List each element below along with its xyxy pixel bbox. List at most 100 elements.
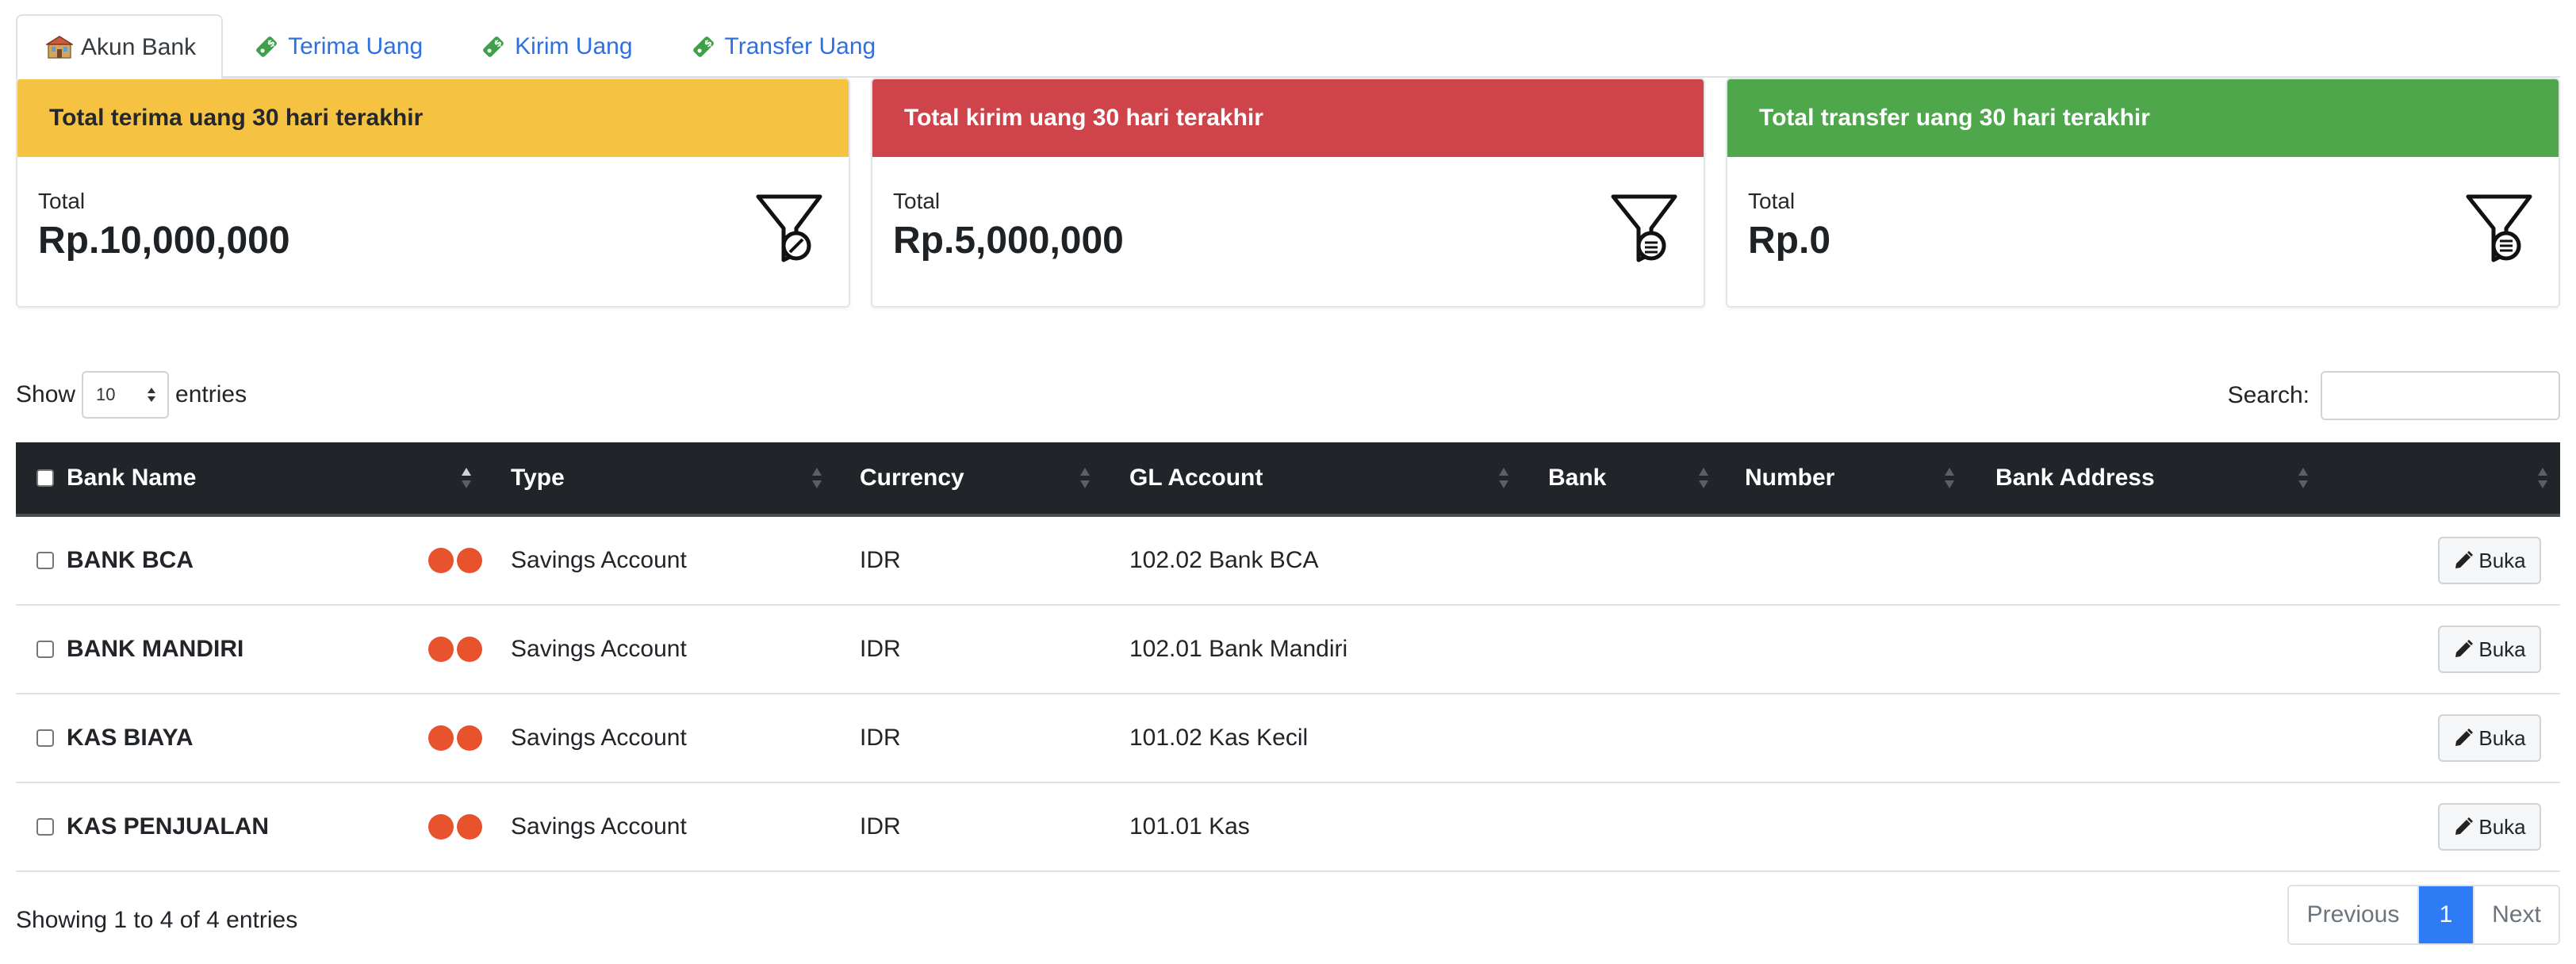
sort-both-icon[interactable] [1497,466,1510,490]
funnel-icon [1611,194,1677,262]
sort-both-icon[interactable] [1697,466,1710,490]
col-number[interactable]: Number [1745,442,1834,514]
status-dot [428,548,454,573]
previous-page-button[interactable]: Previous [2289,886,2419,943]
tab-kirim-uang[interactable]: $ Kirim Uang [450,14,659,78]
account-type: Savings Account [511,813,687,840]
currency: IDR [860,725,901,751]
tab-bar: Akun Bank $ Terima Uang $ Kirim Uang $ T… [16,14,2560,79]
col-gl-account[interactable]: GL Account [1129,442,1263,514]
tab-label: Transfer Uang [724,33,876,59]
row-checkbox[interactable] [36,552,54,569]
status-dot [428,637,454,662]
col-type[interactable]: Type [511,442,565,514]
card-value: Rp.0 [1748,220,1831,262]
tab-label: Kirim Uang [515,33,633,59]
table-row: KAS PENJUALAN Savings Account IDR 101.01… [16,783,2560,872]
tab-terima-uang[interactable]: $ Terima Uang [223,14,450,78]
tab-akun-bank[interactable]: Akun Bank [16,14,224,79]
money-tag-icon: $ [256,36,278,57]
bank-name: KAS PENJUALAN [67,813,270,840]
column-label: Bank Address [1995,465,2155,491]
account-type: Savings Account [511,725,687,751]
column-label: GL Account [1129,465,1263,491]
tab-label: Terima Uang [288,33,424,59]
card-title: Total terima uang 30 hari terakhir [17,79,849,157]
col-currency[interactable]: Currency [860,442,964,514]
tab-label: Akun Bank [81,34,197,60]
sort-both-icon[interactable] [2297,466,2310,490]
button-label: Buka [2478,637,2526,661]
status-dots [428,637,485,662]
entries-label: entries [175,381,247,407]
column-label: Currency [860,465,964,491]
button-label: Buka [2478,725,2526,750]
checkbox[interactable] [36,469,54,487]
entries-select[interactable]: 10 [82,371,170,419]
sort-both-icon[interactable] [2536,466,2549,490]
account-type: Savings Account [511,547,687,573]
show-label: Show [16,381,76,407]
column-label: Type [511,465,565,491]
table-row: KAS BIAYA Savings Account IDR 101.02 Kas… [16,694,2560,783]
status-dot [457,725,482,751]
bank-accounts-table: Bank Name Type Currency GL Account Bank … [16,442,2560,872]
card-label: Total [893,189,941,213]
money-tag-icon: $ [483,36,504,57]
col-bank-address[interactable]: Bank Address [1995,442,2155,514]
next-page-button[interactable]: Next [2473,886,2559,943]
button-label: Buka [2478,548,2526,572]
bank-name: KAS BIAYA [67,725,194,751]
card-value: Rp.5,000,000 [893,220,1124,262]
sort-asc-icon[interactable] [460,466,473,490]
table-header: Bank Name Type Currency GL Account Bank … [16,442,2560,517]
buka-button[interactable]: Buka [2438,714,2541,762]
card-value: Rp.10,000,000 [38,220,290,262]
gl-account: 101.01 Kas [1129,813,1250,840]
card-title: Total kirim uang 30 hari terakhir [872,79,1704,157]
table-row: BANK MANDIRI Savings Account IDR 102.01 … [16,606,2560,694]
status-dots [428,725,485,751]
money-tag-icon: $ [692,36,714,57]
funnel-icon [2466,194,2532,262]
card-transfer: Total transfer uang 30 hari terakhir Tot… [1726,78,2560,308]
buka-button[interactable]: Buka [2438,625,2541,673]
status-dot [457,637,482,662]
search-input[interactable] [2321,371,2560,420]
pagination: Previous 1 Next [2287,885,2560,945]
page-1-button[interactable]: 1 [2419,886,2473,943]
search-control: Search: [2228,371,2560,420]
pencil-icon [2455,551,2474,568]
sort-both-icon[interactable] [1943,466,1956,490]
row-checkbox[interactable] [36,729,54,747]
buka-button[interactable]: Buka [2438,537,2541,584]
select-all-checkbox[interactable] [36,442,54,514]
card-label: Total [1748,189,1796,213]
bank-building-icon [46,36,73,59]
sort-both-icon[interactable] [811,466,823,490]
gl-account: 102.01 Bank Mandiri [1129,636,1348,662]
status-dot [457,814,482,840]
bank-name: BANK MANDIRI [67,636,244,662]
row-checkbox[interactable] [36,641,54,658]
pencil-icon [2455,640,2474,657]
status-dots [428,548,485,573]
button-label: Buka [2478,814,2526,839]
tab-transfer-uang[interactable]: $ Transfer Uang [660,14,903,78]
currency: IDR [860,813,901,840]
col-bank[interactable]: Bank [1548,442,1606,514]
entries-length-control: Show 10 entries [16,371,247,419]
search-label: Search: [2227,382,2310,408]
card-label: Total [38,189,86,213]
status-dot [428,725,454,751]
gl-account: 102.02 Bank BCA [1129,547,1319,573]
entries-value: 10 [96,384,116,404]
column-label: Number [1745,465,1835,491]
gl-account: 101.02 Kas Kecil [1129,725,1309,751]
sort-both-icon[interactable] [1079,466,1091,490]
column-label: Bank Name [67,465,197,491]
buka-button[interactable]: Buka [2438,803,2541,851]
pencil-icon [2455,729,2474,746]
row-checkbox[interactable] [36,818,54,836]
col-bank-name[interactable]: Bank Name [67,442,196,514]
